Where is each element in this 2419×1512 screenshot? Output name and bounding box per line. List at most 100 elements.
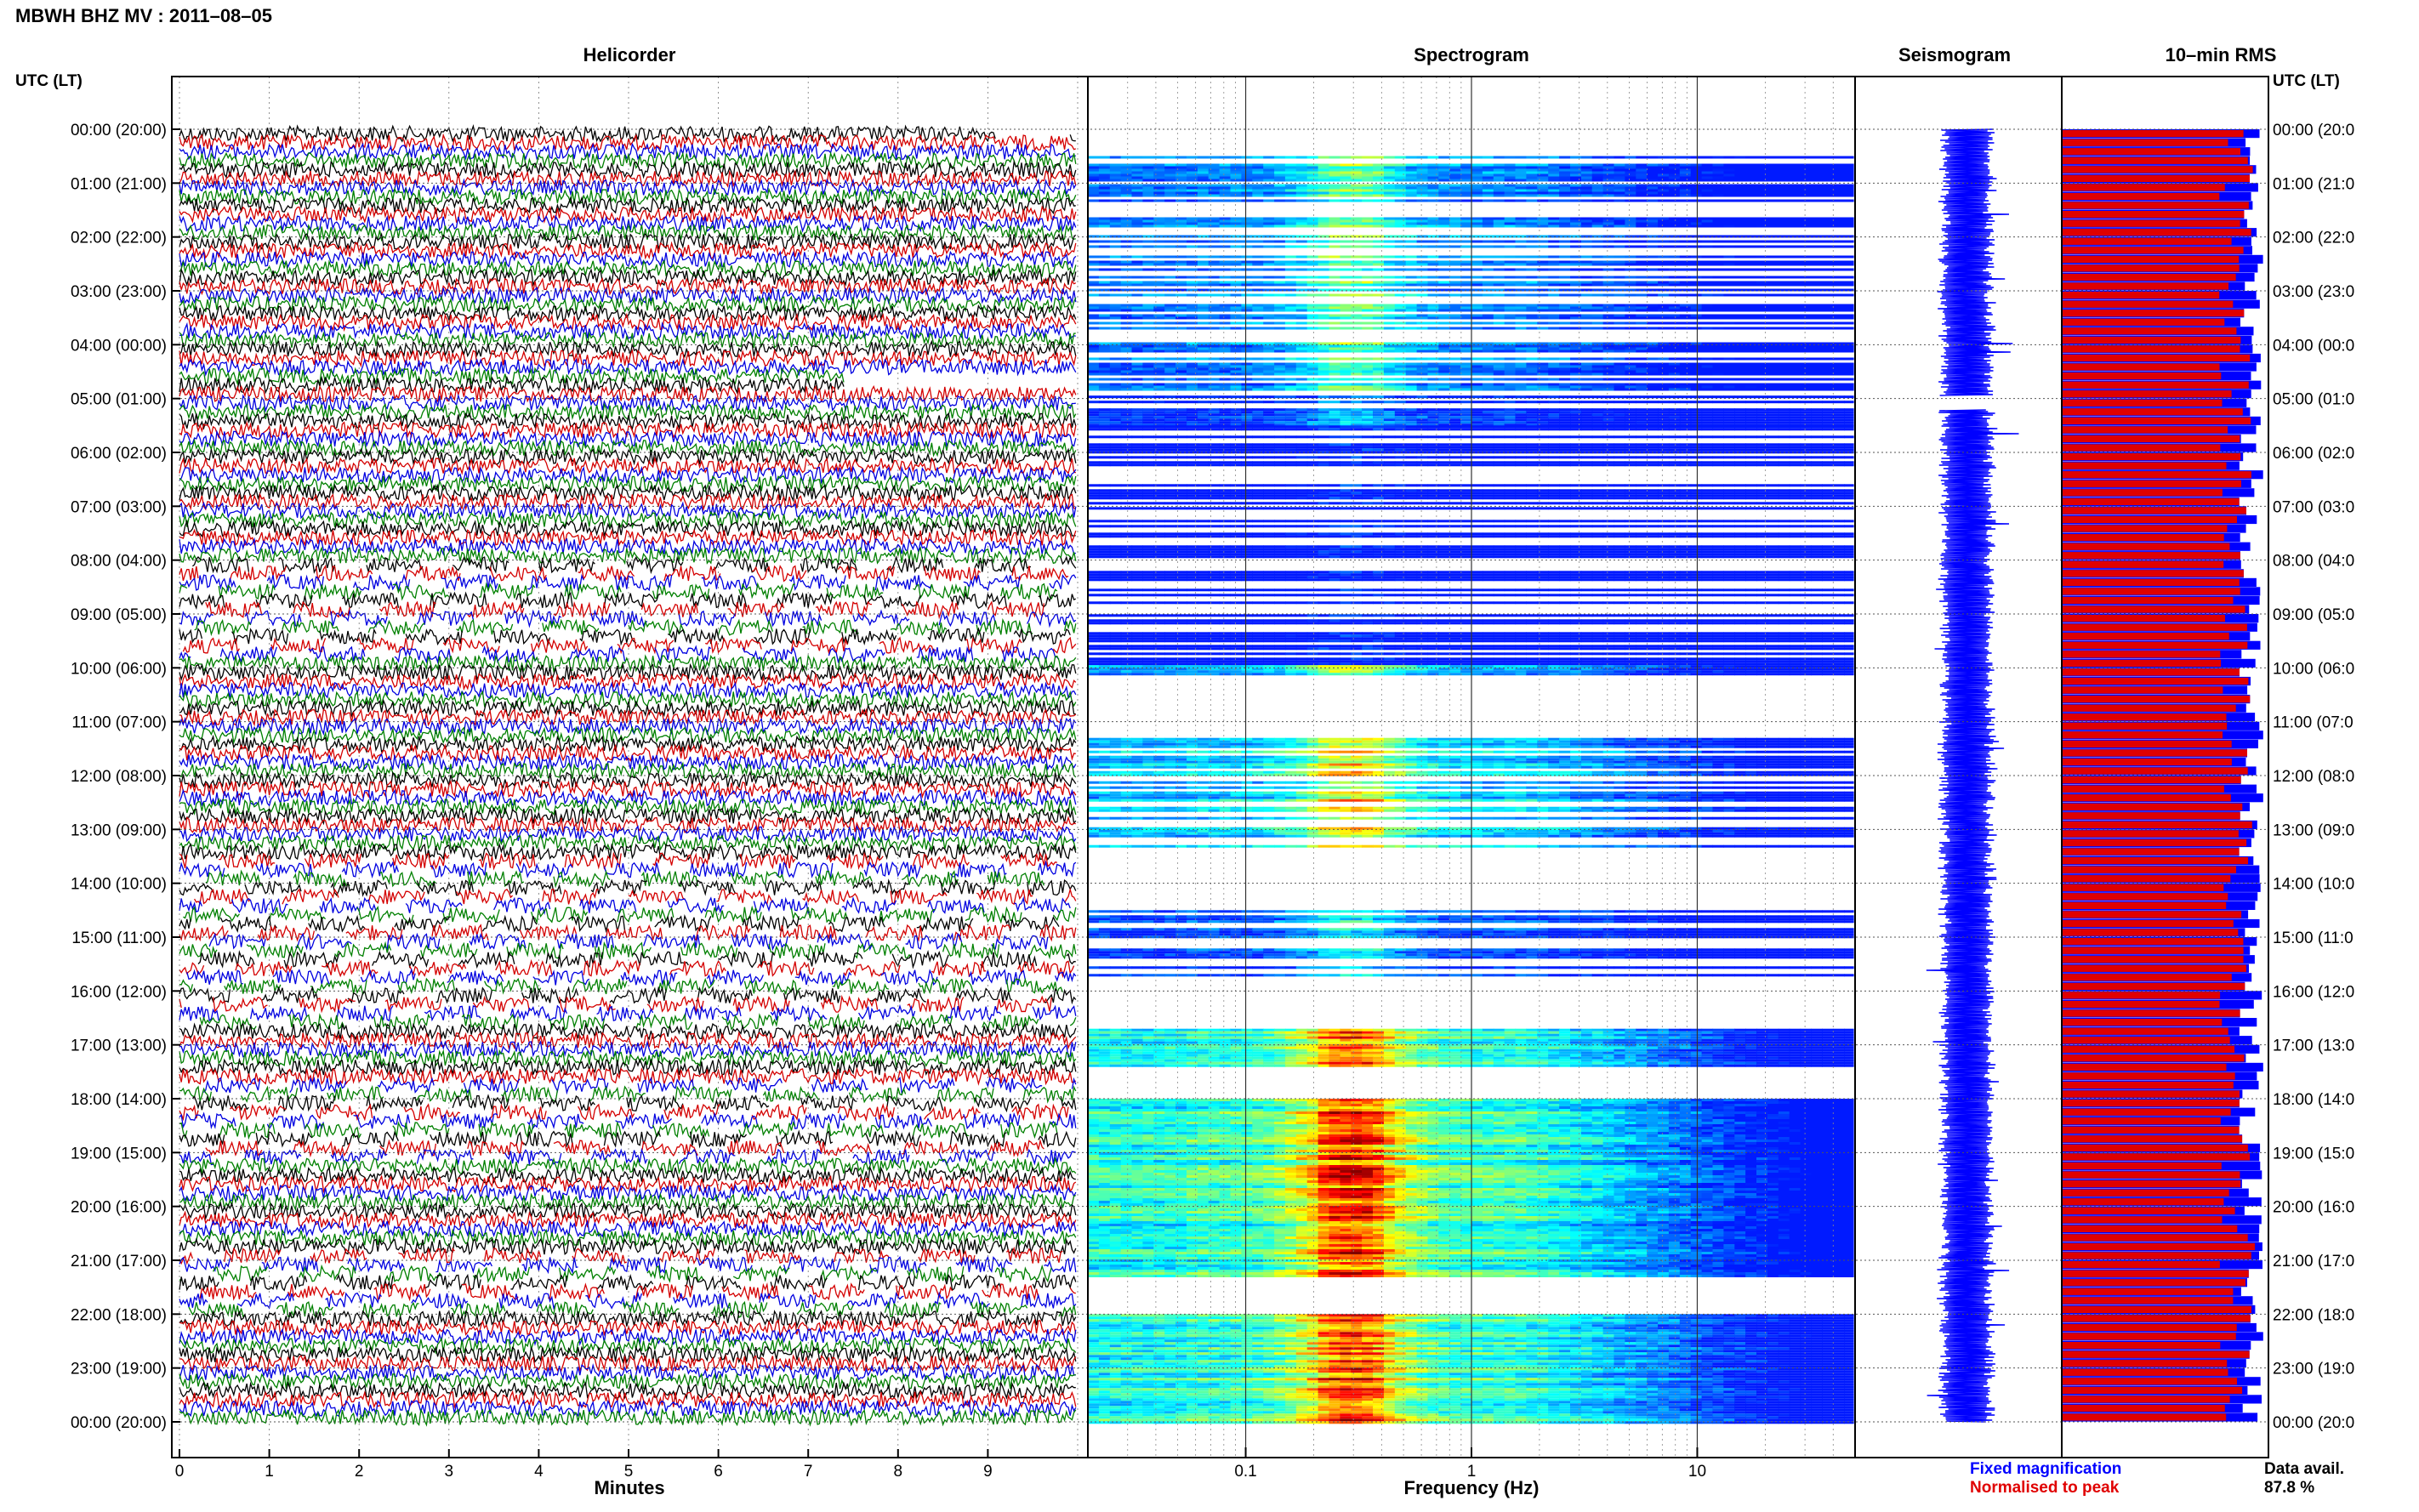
spectrogram-cell xyxy=(1712,166,1724,169)
spectrogram-cell xyxy=(1197,281,1210,284)
spectrogram-cell xyxy=(1427,395,1439,399)
spectrogram-cell xyxy=(1416,276,1429,279)
spectrogram-cell xyxy=(1625,344,1636,348)
spectrogram-cell xyxy=(1120,260,1133,264)
spectrogram-cell xyxy=(1175,194,1187,197)
spectrogram-cell xyxy=(1833,421,1845,424)
spectrogram-cell xyxy=(1767,191,1779,195)
helicorder-trace xyxy=(179,393,1076,413)
spectrogram-cell xyxy=(1460,408,1472,412)
spectrogram-cell xyxy=(1460,413,1472,417)
spectrogram-cell xyxy=(1504,350,1517,353)
spectrogram-cell xyxy=(1767,288,1779,292)
spectrogram-cell xyxy=(1548,316,1560,320)
spectrogram-cell xyxy=(1263,245,1275,248)
spectrogram-cell xyxy=(1636,314,1648,317)
spectrogram-cell xyxy=(1515,347,1527,350)
spectrogram-cell xyxy=(1811,219,1823,223)
spectrogram-cell xyxy=(1548,362,1560,366)
spectrogram-cell xyxy=(1252,304,1264,307)
spectrogram-cell xyxy=(1537,428,1549,431)
spectrogram-cell xyxy=(1131,362,1143,366)
spectrogram-cell xyxy=(1636,171,1648,174)
spectrogram-cell xyxy=(1427,461,1439,464)
spectrogram-cell xyxy=(1153,401,1165,404)
spectrogram-cell xyxy=(1515,401,1527,404)
spectrogram-cell xyxy=(1329,395,1340,399)
spectrogram-cell xyxy=(1811,421,1823,424)
spectrogram-cell xyxy=(1723,306,1735,310)
spectrogram-cell xyxy=(1701,435,1714,439)
spectrogram-cell xyxy=(1208,255,1221,259)
spectrogram-cell xyxy=(1362,217,1374,220)
spectrogram-cell xyxy=(1109,357,1122,361)
spectrogram-cell xyxy=(1373,385,1385,389)
spectrogram-cell xyxy=(1351,189,1363,192)
spectrogram-cell xyxy=(1230,416,1242,419)
spectrogram-cell xyxy=(1591,408,1604,412)
spectrogram-cell xyxy=(1471,184,1483,187)
spectrogram-cell xyxy=(1142,189,1154,192)
spectrogram-cell xyxy=(1197,163,1210,167)
spectrogram-cell xyxy=(1734,179,1746,182)
spectrogram-cell xyxy=(1427,179,1439,182)
spectrogram-cell xyxy=(1778,171,1790,174)
spectrogram-cell xyxy=(1636,416,1648,419)
spectrogram-cell xyxy=(1504,370,1517,373)
spectrogram-cell xyxy=(1427,421,1439,424)
spectrogram-cell xyxy=(1636,370,1648,373)
spectrogram-cell xyxy=(1602,448,1615,452)
spectrogram-cell xyxy=(1306,194,1319,197)
spectrogram-cell xyxy=(1647,168,1659,172)
spectrogram-cell xyxy=(1318,309,1330,312)
spectrogram-cell xyxy=(1131,219,1143,223)
spectrogram-cell xyxy=(1164,171,1176,174)
spectrogram-cell xyxy=(1800,321,1813,325)
spectrogram-cell xyxy=(1427,186,1439,190)
spectrogram-cell xyxy=(1230,448,1242,452)
spectrogram-cell xyxy=(1548,168,1560,172)
spectrogram-cell xyxy=(1580,342,1593,345)
spectrogram-cell xyxy=(1833,189,1845,192)
spectrogram-cell xyxy=(1471,316,1483,320)
spectrogram-cell xyxy=(1131,344,1143,348)
spectrogram-cell xyxy=(1625,370,1636,373)
spectrogram-cell xyxy=(1318,281,1330,284)
spectrogram-cell xyxy=(1383,448,1396,452)
spectrogram-cell xyxy=(1098,408,1111,412)
spectrogram-cell xyxy=(1778,217,1790,220)
spectrogram-cell xyxy=(1778,225,1790,228)
spectrogram-cell xyxy=(1493,281,1505,284)
spectrogram-cell xyxy=(1559,166,1571,169)
spectrogram-cell xyxy=(1614,306,1625,310)
spectrogram-cell xyxy=(1252,435,1264,439)
spectrogram-cell xyxy=(1712,357,1724,361)
spectrogram-cell xyxy=(1548,245,1560,248)
spectrogram-cell xyxy=(1284,367,1297,371)
spectrogram-cell xyxy=(1208,199,1221,202)
spectrogram-cell xyxy=(1394,171,1407,174)
spectrogram-cell xyxy=(1373,378,1385,381)
spectrogram-cell xyxy=(1197,350,1210,353)
spectrogram-cell xyxy=(1187,240,1198,243)
spectrogram-cell xyxy=(1142,378,1154,381)
spectrogram-cell xyxy=(1493,306,1505,310)
spectrogram-cell xyxy=(1098,194,1111,197)
spectrogram-cell xyxy=(1373,225,1385,228)
spectrogram-cell xyxy=(1449,461,1461,464)
spectrogram-cell xyxy=(1318,428,1330,431)
spectrogram-cell xyxy=(1394,416,1407,419)
spectrogram-cell xyxy=(1658,304,1670,307)
spectrogram-cell xyxy=(1712,425,1724,429)
spectrogram-cell xyxy=(1844,309,1854,312)
spectrogram-cell xyxy=(1668,357,1681,361)
spectrogram-cell xyxy=(1449,186,1461,190)
spectrogram-cell xyxy=(1405,240,1418,243)
spectrogram-cell xyxy=(1833,383,1845,386)
spectrogram-cell xyxy=(1329,293,1340,297)
spectrogram-cell xyxy=(1537,166,1549,169)
spectrogram-cell xyxy=(1679,357,1692,361)
spectrogram-cell xyxy=(1373,304,1385,307)
spectrogram-cell xyxy=(1734,395,1746,399)
spectrogram-cell xyxy=(1405,443,1418,446)
